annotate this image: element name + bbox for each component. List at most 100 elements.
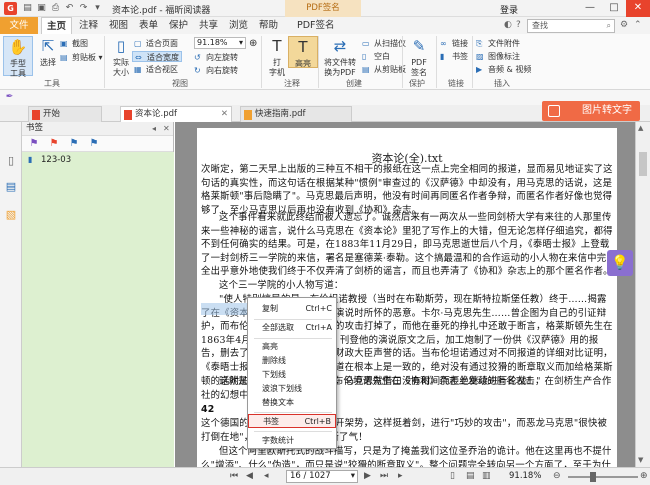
prev-page-icon[interactable]: ◀ <box>246 471 253 481</box>
close-tab-icon[interactable]: ✕ <box>221 107 228 122</box>
pages-panel-icon[interactable]: ▤ <box>4 180 18 194</box>
customize-quick-access-icon[interactable]: ▾ <box>92 3 103 14</box>
audio-video-button[interactable]: ▶ 音频 & 视频 <box>476 64 531 75</box>
tab-form[interactable]: 表单 <box>134 17 163 34</box>
zoom-out-icon[interactable]: ⊖ <box>553 471 561 481</box>
tab-share[interactable]: 共享 <box>194 17 223 34</box>
highlight-button[interactable]: T 高亮 <box>288 36 318 68</box>
comments-panel-icon[interactable]: ▧ <box>4 208 18 222</box>
camera-icon: ▣ <box>60 39 68 48</box>
bookmark-item[interactable]: ▮ 123-03 <box>28 155 71 165</box>
add-bookmark-icon[interactable]: ⚑ <box>48 138 60 150</box>
bookmarks-panel-icon[interactable]: ▯ <box>4 154 18 168</box>
from-clipboard-button[interactable]: ▤ 从剪贴板 <box>362 64 406 75</box>
expand-bookmark-icon[interactable]: ⚑ <box>68 138 80 150</box>
zoom-slider[interactable] <box>568 472 638 482</box>
next-page-icon[interactable]: ▶ <box>364 471 371 481</box>
undo-icon[interactable]: ↶ <box>64 3 75 14</box>
menu-item-underline[interactable]: 下划线 <box>248 368 336 382</box>
facing-view-icon[interactable]: ▥ <box>482 471 491 481</box>
tab-pdf-sign[interactable]: PDF签名 <box>292 17 340 34</box>
scroll-down-icon[interactable]: ▼ <box>638 456 643 464</box>
fit-page-button[interactable]: ▢ 适合页面 <box>134 38 178 49</box>
convert-to-pdf-button[interactable]: ⇄ 将文件转 换为PDF <box>320 36 360 78</box>
menu-item-word-count[interactable]: 字数统计 <box>248 434 336 448</box>
hand-tool-button[interactable]: ✋ 手型 工具 <box>3 36 33 78</box>
menu-item-squiggly-underline[interactable]: 波浪下划线 <box>248 382 336 396</box>
minimize-button[interactable]: — <box>578 0 602 17</box>
panel-close-icon[interactable]: ✕ <box>163 122 170 135</box>
rotate-right-button[interactable]: ↻ 向右旋转 <box>194 65 238 76</box>
bookmark-list: ▮ 123-03 <box>22 152 174 485</box>
maximize-button[interactable]: □ <box>602 0 626 17</box>
open-icon[interactable]: ▤ <box>22 3 33 14</box>
screenshot-button[interactable]: ▣ 截图 <box>60 38 88 49</box>
zoom-select[interactable]: 91.18% ▾ <box>194 37 246 49</box>
document-viewport[interactable]: 资本论(全).txt 次晰定，第二天早上出版的三种互不相干的报纸在这一点上完全相… <box>175 122 635 473</box>
menu-item-copy[interactable]: 复制 Ctrl+C <box>248 302 336 316</box>
panel-menu-icon[interactable]: ◂ <box>152 122 156 135</box>
zoom-in-icon[interactable]: ⊕ <box>640 471 648 481</box>
fit-visible-button[interactable]: ▦ 适合视区 <box>134 64 178 75</box>
tab-browse[interactable]: 浏览 <box>224 17 253 34</box>
zoom-slider-knob[interactable] <box>590 472 596 482</box>
menu-item-replace-text[interactable]: 替换文本 <box>248 396 336 410</box>
tab-home[interactable]: 主页 <box>41 17 73 34</box>
ribbon-collapse-icon[interactable]: ⌃ <box>634 20 642 30</box>
tab-comment[interactable]: 注释 <box>74 17 103 34</box>
vertical-scrollbar[interactable]: ▲ ▼ <box>635 122 650 467</box>
print-icon[interactable]: ⎙ <box>50 3 61 14</box>
tab-start[interactable]: 开始 <box>28 106 102 122</box>
select-tool-button[interactable]: ⇱ 选择 <box>33 36 63 68</box>
tab-protect[interactable]: 保护 <box>164 17 193 34</box>
menu-item-highlight[interactable]: 高亮 <box>248 340 336 354</box>
paragraph: 这个事件看来就此终结而被人遗忘了。诚然后来有一两次从一些同剑桥大学有来往的人那里… <box>201 212 613 278</box>
save-icon[interactable]: ▣ <box>36 3 47 14</box>
skin-icon[interactable]: ◐ <box>504 20 512 30</box>
from-scanner-button[interactable]: ▭ 从扫描仪 <box>362 38 406 49</box>
tab-help[interactable]: 帮助 <box>254 17 283 34</box>
menu-item-strikethrough[interactable]: 删除线 <box>248 354 336 368</box>
menu-item-select-all[interactable]: 全部选取 Ctrl+A <box>248 321 336 335</box>
bookmark-options-icon[interactable]: ⚑ <box>88 138 100 150</box>
ribbon-separator <box>436 36 437 88</box>
sign-icon[interactable]: ✒ <box>4 92 15 103</box>
bookmark-button[interactable]: ▮ 书签 <box>440 51 468 62</box>
tab-view[interactable]: 视图 <box>104 17 133 34</box>
scrollbar-thumb[interactable] <box>639 152 647 176</box>
first-page-icon[interactable]: ⏮ <box>230 471 238 481</box>
file-attachment-button[interactable]: ⎘ 文件附件 <box>476 38 520 49</box>
tab-document-zibenlun[interactable]: 资本论.pdf ✕ <box>120 106 232 122</box>
next-view-icon[interactable]: ▸ <box>398 471 403 481</box>
fit-width-button[interactable]: ⇔ 适合宽度 <box>132 51 182 62</box>
pdf-sign-button[interactable]: ✎ PDF 签名 <box>404 36 434 78</box>
search-input[interactable]: 查找 ⌕ <box>527 19 615 33</box>
rotate-left-button[interactable]: ↺ 向左旋转 <box>194 52 238 63</box>
redo-icon[interactable]: ↷ <box>78 3 89 14</box>
page-number-input[interactable]: 16 / 1027 ▾ <box>286 470 358 483</box>
tab-file[interactable]: 文件 <box>0 17 38 34</box>
fit-page-icon: ▢ <box>134 39 142 48</box>
help-icon[interactable]: ? <box>516 20 521 30</box>
close-button[interactable]: ✕ <box>626 0 650 17</box>
search-options-icon[interactable]: ⚙ <box>620 20 628 30</box>
image-to-text-button[interactable]: 图片转文字 <box>542 101 640 121</box>
single-page-view-icon[interactable]: ▯ <box>450 471 455 481</box>
zoom-in-icon[interactable]: ⊕ <box>249 38 257 49</box>
image-annotation-button[interactable]: ▨ 图像标注 <box>476 51 520 62</box>
lightbulb-tip-icon[interactable]: 💡 <box>607 250 633 276</box>
tab-document-quickguide[interactable]: 快速指南.pdf <box>240 106 352 122</box>
link-button[interactable]: ∞ 链接 <box>440 38 468 49</box>
continuous-view-icon[interactable]: ▤ <box>466 471 475 481</box>
last-page-icon[interactable]: ⏭ <box>380 471 388 481</box>
clipboard-button[interactable]: ▤ 剪贴板 ▾ <box>60 52 103 63</box>
image-icon: ▨ <box>476 52 484 61</box>
login-link[interactable]: 登录 <box>500 3 518 16</box>
actual-size-icon: ▯ <box>116 37 126 55</box>
scroll-up-icon[interactable]: ▲ <box>638 124 643 132</box>
delete-bookmark-icon[interactable]: ⚑ <box>28 138 40 150</box>
blank-page-button[interactable]: ▯ 空白 <box>362 51 390 62</box>
prev-view-icon[interactable]: ◂ <box>264 471 269 481</box>
search-icon[interactable]: ⌕ <box>607 20 611 32</box>
menu-item-bookmark[interactable]: 书签 Ctrl+B <box>248 414 336 428</box>
